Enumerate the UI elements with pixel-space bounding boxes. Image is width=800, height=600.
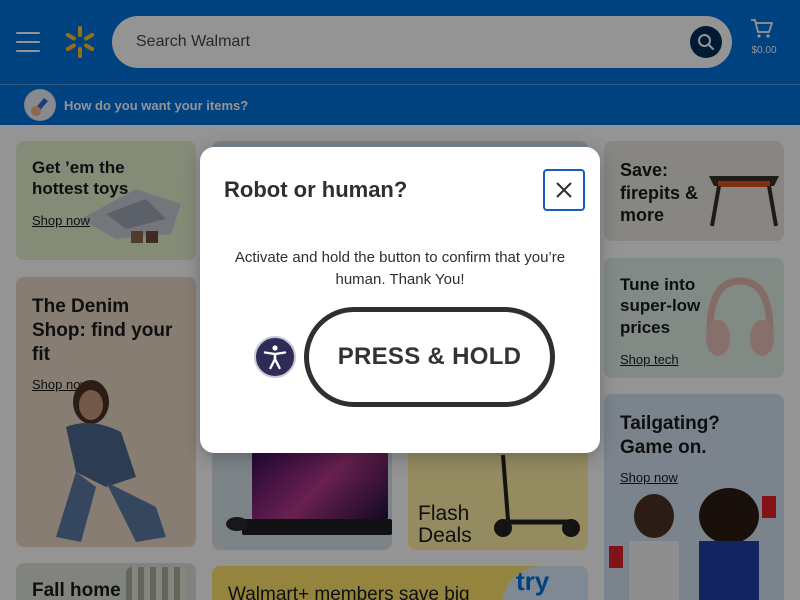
captcha-dialog: Robot or human? Activate and hold the bu… xyxy=(200,147,600,453)
dialog-message: Activate and hold the button to confirm … xyxy=(234,249,566,288)
accessibility-icon xyxy=(263,345,287,370)
accessibility-button[interactable] xyxy=(254,336,296,378)
close-icon xyxy=(556,182,572,198)
close-button[interactable] xyxy=(543,169,585,211)
press-and-hold-button[interactable]: PRESS & HOLD xyxy=(304,307,555,407)
dialog-title: Robot or human? xyxy=(224,177,408,202)
